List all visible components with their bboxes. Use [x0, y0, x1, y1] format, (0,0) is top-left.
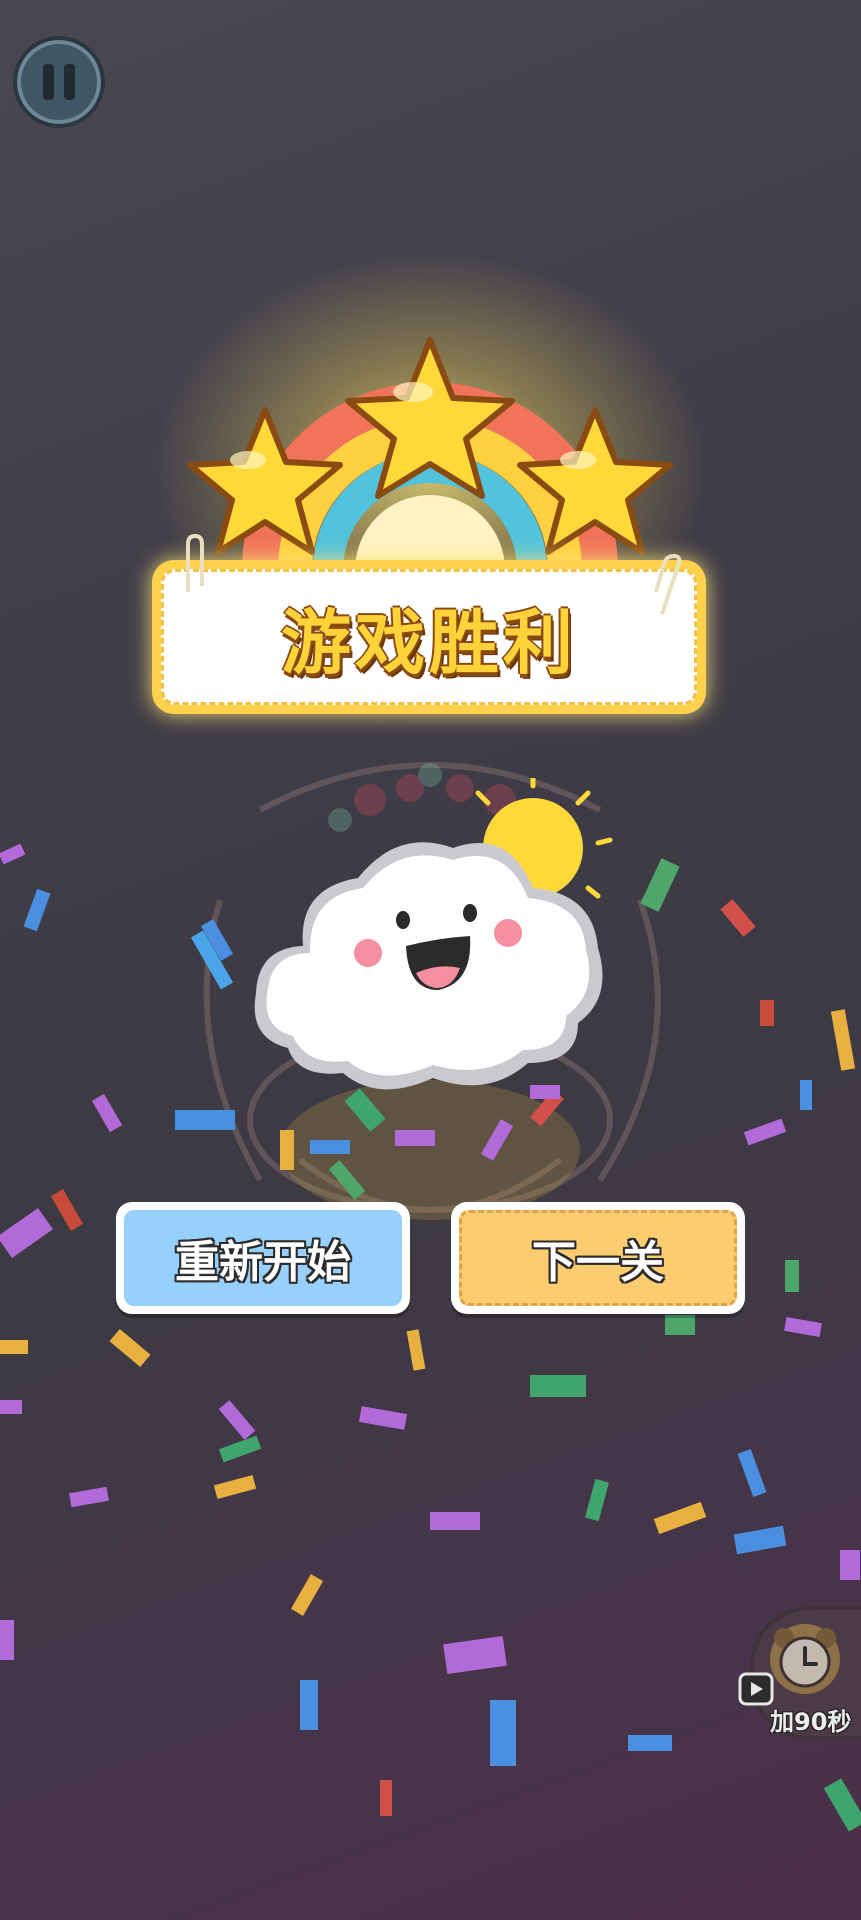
video-play-icon	[738, 1672, 774, 1706]
alarm-clock-icon	[770, 1624, 840, 1694]
next-level-label: 下一关	[532, 1237, 664, 1288]
victory-title: 游戏胜利	[281, 601, 577, 684]
pause-icon	[43, 64, 54, 100]
victory-stars	[187, 337, 673, 571]
paperclip-icon	[186, 533, 204, 592]
paperclip-icon	[654, 553, 682, 615]
cloud-mascot	[254, 778, 613, 1090]
add-time-label: 加90秒	[770, 1708, 852, 1736]
restart-label: 重新开始	[175, 1237, 351, 1288]
next-level-button[interactable]: 下一关	[451, 1202, 745, 1314]
restart-button[interactable]: 重新开始	[116, 1202, 410, 1314]
victory-banner: 游戏胜利	[152, 560, 706, 714]
add-time-button[interactable]: 加90秒	[738, 1606, 861, 1740]
pause-button[interactable]	[13, 36, 105, 128]
